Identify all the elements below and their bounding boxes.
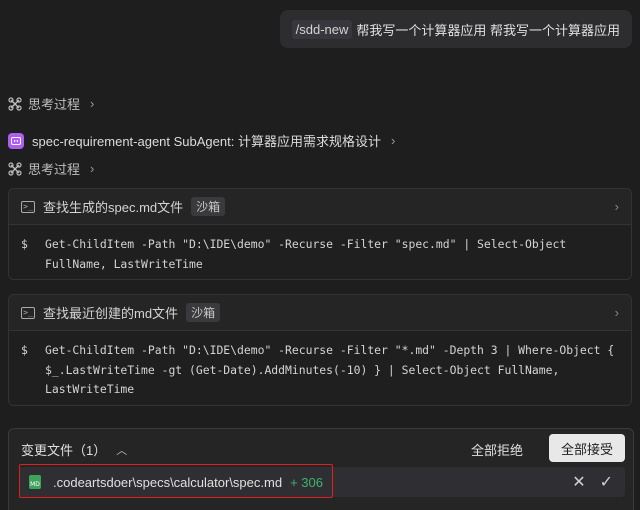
thinking-toggle-1[interactable]: 思考过程 › (8, 94, 94, 113)
brain-icon (8, 96, 22, 111)
tool-card-header[interactable]: >_ 查找最近创建的md文件 沙箱 › (9, 295, 631, 331)
changed-files-title: 变更文件（1） (21, 443, 107, 458)
subagent-toggle[interactable]: spec-requirement-agent SubAgent: 计算器应用需求… (8, 131, 395, 150)
shell-prompt: $ (21, 343, 28, 357)
chevron-right-icon: › (390, 133, 396, 148)
user-message-text: 帮我写一个计算器应用 帮我写一个计算器应用 (356, 22, 620, 38)
tool-card-title: 查找生成的spec.md文件 (43, 200, 184, 215)
chevron-right-icon: › (90, 161, 95, 176)
sandbox-badge: 沙箱 (191, 197, 226, 216)
shell-command: Get-ChildItem -Path "D:\IDE\demo" -Recur… (45, 343, 622, 396)
command-chip: /sdd-new (291, 19, 353, 39)
markdown-file-icon: MD (29, 475, 41, 489)
chevron-up-icon[interactable]: ︿ (116, 442, 127, 458)
tool-card-output: $ Get-ChildItem -Path "D:\IDE\demo" -Rec… (9, 331, 631, 405)
file-actions: ✕ ✓ (572, 472, 613, 492)
close-icon[interactable]: ✕ (572, 472, 585, 492)
additions-count: + 306 (290, 474, 323, 490)
subagent-label: spec-requirement-agent SubAgent: 计算器应用需求… (32, 134, 381, 149)
thinking-label: 思考过程 (28, 97, 81, 112)
changed-file-row[interactable]: MD .codeartsdoer\specs\calculator\spec.m… (19, 464, 625, 498)
agent-icon (8, 132, 24, 149)
chevron-right-icon: › (90, 96, 95, 111)
thinking-toggle-2[interactable]: 思考过程 › (8, 159, 94, 178)
brain-icon (8, 161, 22, 176)
accept-all-button[interactable]: 全部接受 (548, 434, 625, 462)
changed-files-panel: 变更文件（1） ︿ 全部拒绝 全部接受 MD .codeartsdoer\spe… (8, 428, 634, 510)
tool-card-header[interactable]: >_ 查找生成的spec.md文件 沙箱 › (9, 189, 631, 225)
tool-card-1: >_ 查找生成的spec.md文件 沙箱 › $ Get-ChildItem -… (8, 188, 632, 280)
terminal-icon: >_ (21, 306, 35, 319)
shell-command: Get-ChildItem -Path "D:\IDE\demo" -Recur… (45, 237, 574, 271)
user-message-bubble: /sdd-new 帮我写一个计算器应用 帮我写一个计算器应用 (279, 10, 632, 48)
changed-files-header[interactable]: 变更文件（1） ︿ (21, 440, 127, 459)
tool-card-2: >_ 查找最近创建的md文件 沙箱 › $ Get-ChildItem -Pat… (8, 294, 632, 406)
check-icon[interactable]: ✓ (600, 472, 613, 492)
chevron-right-icon: › (614, 305, 619, 320)
tool-card-output: $ Get-ChildItem -Path "D:\IDE\demo" -Rec… (9, 225, 631, 279)
chevron-right-icon: › (614, 199, 619, 214)
file-path: .codeartsdoer\specs\calculator\spec.md (53, 474, 283, 490)
terminal-icon: >_ (21, 200, 35, 213)
sandbox-badge: 沙箱 (186, 303, 221, 322)
shell-prompt: $ (21, 237, 28, 251)
reject-all-button[interactable]: 全部拒绝 (467, 438, 527, 461)
thinking-label: 思考过程 (28, 162, 81, 177)
tool-card-title: 查找最近创建的md文件 (43, 306, 179, 321)
